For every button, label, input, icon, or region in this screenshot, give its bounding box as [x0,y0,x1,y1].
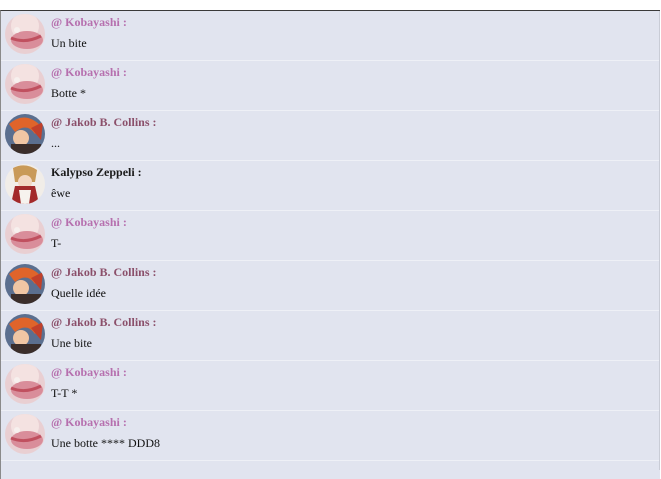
message-text: Une bite [51,336,92,350]
message-text: ... [51,136,60,150]
kobayashi-avatar[interactable] [5,214,45,254]
message-text: Une botte **** DDD8 [51,436,160,450]
message-author[interactable]: @ Kobayashi : [51,65,127,80]
message-text: T- [51,236,62,250]
message-text: êwe [51,186,71,200]
message-text: Quelle idée [51,286,106,300]
jakob-avatar[interactable] [5,314,45,354]
chat-box: @ Kobayashi : Un bite @ Kobayashi : Bott… [0,10,660,479]
message-author[interactable]: @ Kobayashi : [51,365,127,380]
message-author[interactable]: @ Jakob B. Collins : [51,315,157,330]
message-author[interactable]: @ Kobayashi : [51,215,127,230]
message-author[interactable]: @ Jakob B. Collins : [51,115,157,130]
message-author[interactable]: @ Jakob B. Collins : [51,265,157,280]
kobayashi-avatar[interactable] [5,364,45,404]
message-author[interactable]: @ Kobayashi : [51,15,127,30]
message-item: @ Kobayashi : Un bite [1,11,659,61]
message-item: @ Kobayashi : Botte * [1,61,659,111]
message-item: @ Kobayashi : Une botte **** DDD8 [1,411,659,461]
message-item: @ Jakob B. Collins : Une bite [1,311,659,361]
message-text: Botte * [51,86,86,100]
jakob-avatar[interactable] [5,264,45,304]
kobayashi-avatar[interactable] [5,14,45,54]
kobayashi-avatar[interactable] [5,414,45,454]
message-text: Un bite [51,36,87,50]
message-item: @ Kobayashi : T-T * [1,361,659,411]
message-feed: @ Kobayashi : Un bite @ Kobayashi : Bott… [1,11,659,461]
jakob-avatar[interactable] [5,114,45,154]
message-author[interactable]: Kalypso Zeppeli : [51,165,142,180]
message-author[interactable]: @ Kobayashi : [51,415,127,430]
message-item: Kalypso Zeppeli : êwe [1,161,659,211]
kobayashi-avatar[interactable] [5,64,45,104]
message-item: @ Jakob B. Collins : Quelle idée [1,261,659,311]
message-item: @ Jakob B. Collins : ... [1,111,659,161]
kalypso-avatar[interactable] [5,164,45,204]
message-item: @ Kobayashi : T- [1,211,659,261]
right-border [659,11,660,470]
message-text: T-T * [51,386,78,400]
